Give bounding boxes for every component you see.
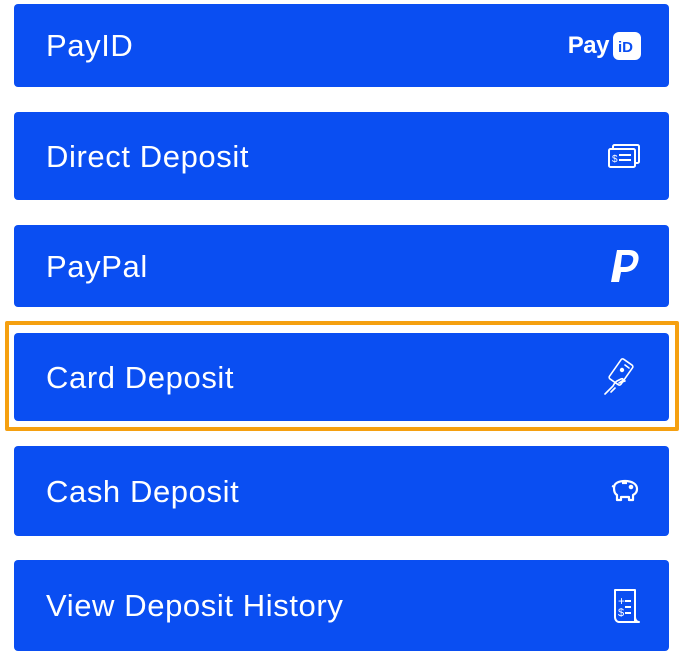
piggy-bank-icon [609, 471, 641, 511]
option-label: PayPal [46, 248, 148, 284]
cheque-icon: $ [607, 136, 641, 176]
svg-text:+: + [618, 594, 625, 608]
payid-option-button[interactable]: PayID Pay iD [14, 4, 669, 87]
option-label: Cash Deposit [46, 473, 240, 509]
paypal-logo-icon [607, 246, 641, 286]
cash-deposit-option-button[interactable]: Cash Deposit [14, 446, 669, 536]
paypal-option-button[interactable]: PayPal [14, 225, 669, 307]
svg-text:$: $ [612, 154, 618, 165]
payid-logo-icon: Pay iD [568, 26, 641, 66]
direct-deposit-option-button[interactable]: Direct Deposit $ [14, 112, 669, 200]
view-deposit-history-button[interactable]: View Deposit History + $ [14, 560, 669, 651]
svg-text:$: $ [618, 607, 624, 619]
receipt-icon: + $ [611, 586, 641, 626]
svg-text:iD: iD [618, 39, 633, 56]
selected-option-highlight [5, 321, 679, 431]
option-label: PayID [46, 28, 134, 63]
option-label: View Deposit History [46, 588, 344, 623]
option-label: Direct Deposit [46, 138, 250, 174]
deposit-options-menu: PayID Pay iD Direct Deposit $ PayPal Car… [0, 0, 684, 657]
